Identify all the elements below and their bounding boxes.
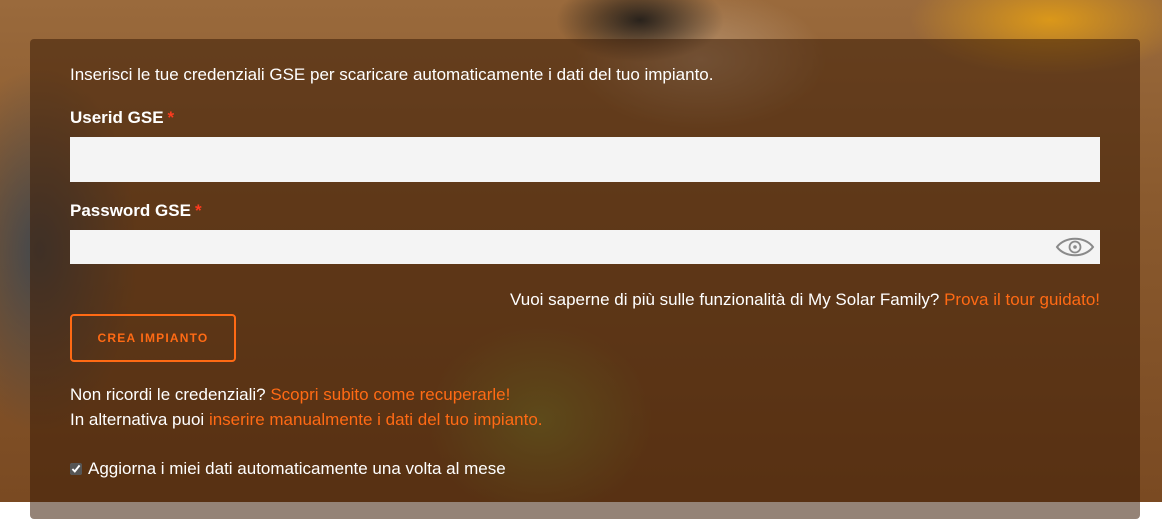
guided-tour-link[interactable]: Prova il tour guidato! [944,290,1100,309]
tour-prompt: Vuoi saperne di più sulle funzionalità d… [510,290,1100,310]
userid-input[interactable] [70,137,1100,182]
password-label-text: Password GSE [70,201,191,220]
recover-credentials-line: Non ricordi le credenziali? Scopri subit… [70,385,510,405]
manual-entry-line: In alternativa puoi inserire manualmente… [70,410,543,430]
eye-icon[interactable] [1055,234,1095,260]
manual-text: In alternativa puoi [70,410,205,429]
manual-entry-link[interactable]: inserire manualmente i dati del tuo impi… [209,410,543,429]
auto-update-checkbox[interactable] [70,463,82,475]
userid-label: Userid GSE * [70,108,174,128]
password-input[interactable] [70,230,1100,264]
required-marker: * [167,108,175,127]
auto-update-option: Aggiorna i miei dati automaticamente una… [70,459,506,479]
recover-credentials-link[interactable]: Scopri subito come recuperarle! [270,385,510,404]
intro-text: Inserisci le tue credenziali GSE per sca… [70,65,714,84]
form-panel [30,39,1140,519]
userid-label-text: Userid GSE [70,108,164,127]
create-plant-button[interactable]: CREA IMPIANTO [70,314,236,362]
required-marker: * [194,201,202,220]
tour-text: Vuoi saperne di più sulle funzionalità d… [510,290,940,309]
password-label: Password GSE * [70,201,202,221]
recover-text: Non ricordi le credenziali? [70,385,266,404]
auto-update-label[interactable]: Aggiorna i miei dati automaticamente una… [88,459,506,479]
